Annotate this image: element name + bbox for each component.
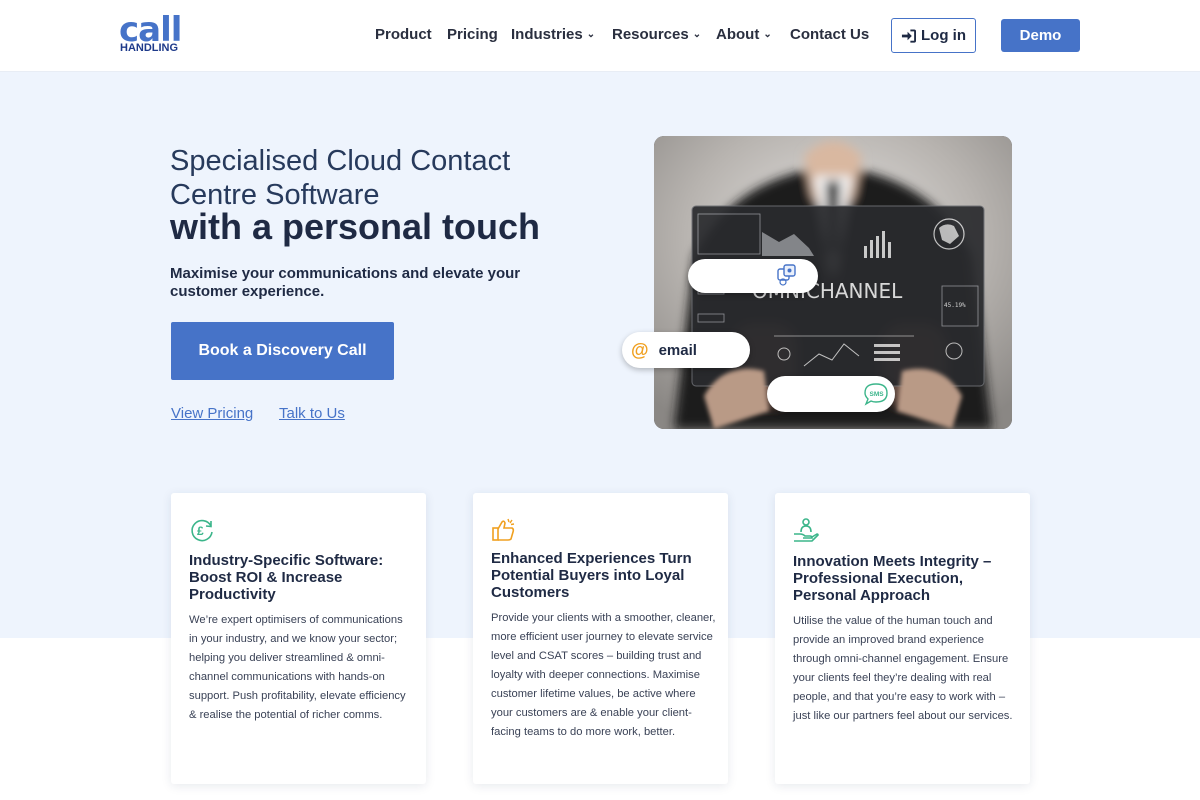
feature-card-industry: £ Industry-Specific Software: Boost ROI … (171, 493, 426, 784)
card-title: Innovation Meets Integrity – Professiona… (793, 553, 992, 604)
demo-button[interactable]: Demo (1001, 19, 1080, 52)
nav-item-label: Product (375, 26, 432, 43)
site-header: call HANDLING Product Pricing Industries… (0, 0, 1200, 72)
card-body: Utilise the value of the human touch and… (793, 615, 1013, 722)
sms-bubble-icon: SMS (864, 383, 888, 406)
book-discovery-call-button[interactable]: Book a Discovery Call (171, 322, 394, 380)
login-label: Log in (921, 27, 966, 44)
nav-item-pricing[interactable]: Pricing (447, 26, 498, 43)
book-discovery-call-label: Book a Discovery Call (198, 342, 367, 359)
feature-card-innovation: Innovation Meets Integrity – Professiona… (775, 493, 1030, 784)
nav-item-label: Resources (612, 26, 689, 43)
nav-item-label: Contact Us (790, 26, 870, 43)
card-title: Industry-Specific Software: Boost ROI & … (189, 552, 384, 603)
talk-to-us-link[interactable]: Talk to Us (279, 405, 345, 422)
sign-in-icon (901, 28, 916, 43)
social-bubble-icon (777, 264, 796, 286)
card-title: Enhanced Experiences Turn Potential Buye… (491, 550, 692, 601)
card-body: Provide your clients with a smoother, cl… (491, 612, 716, 738)
percent-readout: 45.19% (944, 302, 966, 309)
nav-item-label: Pricing (447, 26, 498, 43)
hero-title-line2: with a personal touch (170, 206, 541, 247)
pound-refresh-icon: £ (191, 519, 213, 542)
nav-item-label: About (716, 26, 760, 43)
nav-item-label: Industries (511, 26, 583, 43)
nav-item-product[interactable]: Product (375, 26, 432, 43)
hero-title-line1: Specialised Cloud Contact Centre Softwar… (170, 145, 511, 211)
sms-icon-text: SMS (870, 391, 885, 398)
feature-card-experiences: Enhanced Experiences Turn Potential Buye… (473, 493, 728, 784)
call-handling-logo[interactable]: call HANDLING (119, 10, 189, 58)
view-pricing-link[interactable]: View Pricing (171, 405, 253, 422)
chevron-down-icon: ⌄ (692, 29, 702, 40)
card-body: We’re expert optimisers of communication… (189, 614, 406, 721)
email-pill-label: email (658, 341, 697, 359)
hand-person-icon (794, 518, 819, 542)
thumbs-up-icon (492, 518, 515, 541)
login-button[interactable]: Log in (891, 18, 976, 53)
email-channel-pill: @ email (622, 332, 750, 368)
nav-item-industries[interactable]: Industries ⌄ (511, 26, 595, 43)
social-channel-pill (688, 259, 818, 293)
svg-text:£: £ (197, 524, 204, 538)
chevron-down-icon: ⌄ (763, 29, 772, 40)
nav-item-contact-us[interactable]: Contact Us (790, 26, 869, 43)
demo-label: Demo (1019, 27, 1062, 44)
sms-channel-pill: SMS (767, 376, 895, 412)
chevron-down-icon: ⌄ (586, 29, 596, 40)
at-sign-icon: @ (631, 339, 649, 360)
hero-subtitle: Maximise your communications and elevate… (170, 265, 521, 300)
nav-item-about[interactable]: About ⌄ (716, 26, 772, 43)
nav-item-resources[interactable]: Resources ⌄ (612, 26, 701, 43)
logo-wordmark-bottom: HANDLING (120, 42, 179, 54)
